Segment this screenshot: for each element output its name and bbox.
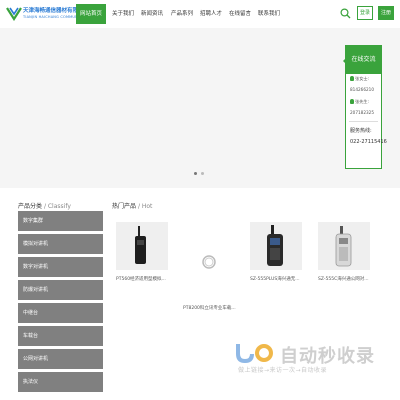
category-item[interactable]: 模拟对讲机: [18, 234, 103, 254]
nav-home[interactable]: 网站首页: [76, 4, 106, 24]
product-name-2[interactable]: PT8200科立讯专业车载...: [183, 305, 236, 311]
login-button[interactable]: 登录: [357, 6, 373, 20]
category-title: 产品分类: [18, 203, 43, 210]
contact-2-label: 张先生:: [355, 99, 369, 104]
nav-news[interactable]: 新闻资讯: [140, 4, 164, 24]
product-image-2[interactable]: [183, 238, 235, 286]
logo-mark-icon: [6, 7, 22, 21]
carousel-dots: [194, 172, 206, 176]
hot-title: 热门产品: [112, 203, 137, 210]
carousel-dot-2[interactable]: [201, 172, 204, 175]
online-service-panel: 在线交流 张女士: 814266210 张先生: 207182325 服务热线:…: [343, 45, 387, 169]
service-divider: [349, 121, 378, 122]
category-item[interactable]: 数字对讲机: [18, 257, 103, 277]
nav-about[interactable]: 关于我们: [111, 4, 135, 24]
category-item[interactable]: 车载台: [18, 326, 103, 346]
hot-products-heading: 热门产品 / Hot: [112, 201, 152, 210]
radio-icon: [267, 225, 283, 266]
category-item[interactable]: 执法仪: [18, 372, 103, 392]
category-heading: 产品分类 / Classify: [18, 201, 71, 210]
service-contact-2[interactable]: 张先生:: [350, 99, 369, 105]
cable-icon: [202, 255, 216, 269]
nav-careers[interactable]: 招聘人才: [199, 4, 223, 24]
nav-contact[interactable]: 联系我们: [257, 4, 281, 24]
nav-message[interactable]: 在线留言: [228, 4, 252, 24]
watermark: 自动秒收录 做上链接→来访一次→自动收录: [230, 338, 390, 388]
product-image-3[interactable]: [250, 222, 302, 270]
nav-products[interactable]: 产品系列: [170, 4, 194, 24]
hot-title-en: / Hot: [137, 203, 153, 210]
watermark-sub-text: 做上链接→来访一次→自动收录: [238, 367, 328, 374]
hotline-number: 022-27115416: [350, 139, 387, 145]
radio-icon: [135, 226, 146, 264]
radio-icon: [335, 226, 352, 267]
category-item[interactable]: 公网对讲机: [18, 349, 103, 369]
contact-1-label: 张女士:: [355, 76, 369, 81]
hotline-label: 服务热线:: [350, 128, 372, 134]
product-name-4[interactable]: SZ-555C海兴通公网对...: [318, 276, 369, 282]
category-item[interactable]: 中继台: [18, 303, 103, 323]
qq-icon: [350, 76, 354, 81]
contact-2-qq[interactable]: 207182325: [350, 110, 374, 115]
product-image-4[interactable]: [318, 222, 370, 270]
service-title: 在线交流: [343, 46, 381, 74]
product-name-3[interactable]: SZ-555PLUS海兴通无...: [250, 276, 300, 282]
watermark-logo-icon: [236, 344, 273, 364]
service-contact-1[interactable]: 张女士:: [350, 76, 369, 82]
site-logo[interactable]: 天津海畅通信器材有限公司 TIANJIN HAICHANG COMMUNICAT…: [6, 5, 93, 23]
category-title-en: / Classify: [43, 203, 71, 210]
contact-1-qq[interactable]: 814266210: [350, 87, 374, 92]
site-header: 天津海畅通信器材有限公司 TIANJIN HAICHANG COMMUNICAT…: [0, 0, 400, 28]
product-name-1[interactable]: PT560经济适用型模拟...: [116, 276, 166, 282]
register-button[interactable]: 注册: [378, 6, 394, 20]
search-icon[interactable]: [340, 8, 351, 19]
qq-icon: [350, 99, 354, 104]
product-image-1[interactable]: [116, 222, 168, 270]
category-item[interactable]: 防爆对讲机: [18, 280, 103, 300]
category-item[interactable]: 数字集群: [18, 211, 103, 231]
carousel-dot-1[interactable]: [194, 172, 197, 175]
banner-carousel[interactable]: [0, 28, 400, 188]
